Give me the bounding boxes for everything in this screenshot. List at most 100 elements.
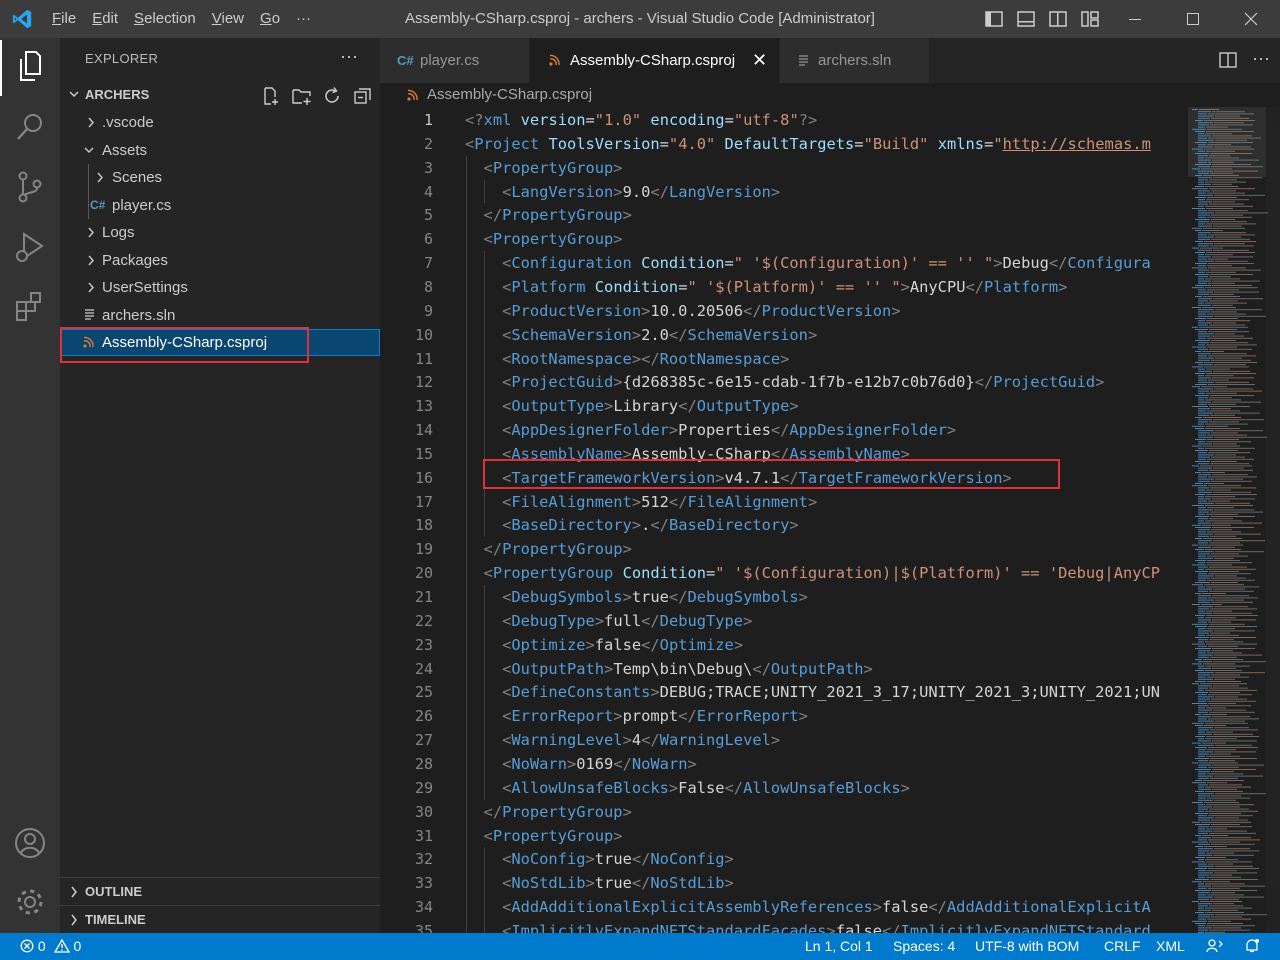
code-line[interactable]: <OutputPath>Temp\bin\Debug\</OutputPath> bbox=[465, 657, 873, 681]
code-line[interactable]: <LangVersion>9.0</LangVersion> bbox=[465, 180, 780, 204]
line-number: 22 bbox=[414, 611, 433, 630]
accounts-icon[interactable] bbox=[0, 816, 60, 872]
new-file-icon[interactable] bbox=[260, 85, 282, 107]
line-number: 33 bbox=[414, 874, 433, 893]
tab-player-cs[interactable]: C# player.cs bbox=[380, 38, 530, 83]
menu-selection[interactable]: Selection bbox=[126, 0, 204, 38]
feedback-icon[interactable] bbox=[1206, 933, 1224, 960]
explorer-icon[interactable] bbox=[0, 40, 60, 96]
menu-view[interactable]: View bbox=[204, 0, 252, 38]
menu-more[interactable]: ··· bbox=[288, 0, 319, 38]
menu-edit[interactable]: Edit bbox=[84, 0, 126, 38]
code-line[interactable]: <AddAdditionalExplicitAssemblyReferences… bbox=[465, 895, 1151, 919]
code-line[interactable]: <PropertyGroup Condition=" '$(Configurat… bbox=[465, 561, 1160, 585]
outline-section-header[interactable]: OUTLINE bbox=[60, 878, 380, 906]
line-number: 24 bbox=[414, 659, 433, 678]
tab-label: Assembly-CSharp.csproj bbox=[570, 52, 736, 69]
new-folder-icon[interactable] bbox=[291, 85, 313, 107]
code-line[interactable]: <BaseDirectory>.</BaseDirectory> bbox=[465, 513, 799, 537]
code-line[interactable]: <TargetFrameworkVersion>v4.7.1</TargetFr… bbox=[465, 466, 1012, 490]
tree-folder-scenes[interactable]: Scenes bbox=[60, 164, 380, 191]
tree-folder-logs[interactable]: Logs bbox=[60, 219, 380, 246]
code-line[interactable]: <ErrorReport>prompt</ErrorReport> bbox=[465, 704, 808, 728]
tab-assembly-csharp-csproj[interactable]: Assembly-CSharp.csproj ✕ bbox=[530, 38, 780, 83]
code-line[interactable]: <ProductVersion>10.0.20506</ProductVersi… bbox=[465, 299, 901, 323]
tree-folder-vscode[interactable]: .vscode bbox=[60, 109, 380, 136]
source-control-icon[interactable] bbox=[0, 160, 60, 216]
timeline-section-header[interactable]: TIMELINE bbox=[60, 906, 380, 934]
code-line[interactable]: <DebugType>full</DebugType> bbox=[465, 609, 752, 633]
code-line[interactable]: </PropertyGroup> bbox=[465, 203, 632, 227]
toggle-secondary-sidebar-icon[interactable] bbox=[1048, 9, 1068, 29]
collapse-all-icon[interactable] bbox=[352, 85, 374, 107]
code-line[interactable]: <ImplicitlyExpandNETStandardFacades>fals… bbox=[465, 919, 1151, 933]
sln-file-icon bbox=[84, 301, 98, 328]
code-line[interactable]: <ProjectGuid>{d268385c-6e15-cdab-1f7b-e1… bbox=[465, 370, 1104, 394]
tree-folder-packages[interactable]: Packages bbox=[60, 247, 380, 274]
more-actions-icon[interactable]: ··· bbox=[1252, 48, 1270, 69]
extensions-icon[interactable] bbox=[0, 280, 60, 336]
indentation[interactable]: Spaces: 4 bbox=[893, 933, 955, 960]
close-window-icon[interactable] bbox=[1222, 0, 1280, 38]
minimap[interactable] bbox=[1180, 107, 1280, 933]
vertical-scrollbar[interactable] bbox=[1266, 107, 1280, 933]
explorer-sidebar: EXPLORER ··· ARCHERS .vscode Assets Scen… bbox=[60, 38, 380, 933]
code-line[interactable]: <NoConfig>true</NoConfig> bbox=[465, 847, 734, 871]
code-line[interactable]: <WarningLevel>4</WarningLevel> bbox=[465, 728, 780, 752]
menu-file[interactable]: File bbox=[44, 0, 84, 38]
code-line[interactable]: <PropertyGroup> bbox=[465, 156, 623, 180]
tab-archers-sln[interactable]: archers.sln bbox=[780, 38, 930, 83]
code-line[interactable]: <NoWarn>0169</NoWarn> bbox=[465, 752, 697, 776]
explorer-more-actions-icon[interactable]: ··· bbox=[340, 46, 358, 67]
code-line[interactable]: <Project ToolsVersion="4.0" DefaultTarge… bbox=[465, 132, 1151, 156]
tree-folder-assets[interactable]: Assets bbox=[60, 137, 380, 164]
notifications-bell-icon[interactable] bbox=[1244, 933, 1260, 960]
toggle-panel-icon[interactable] bbox=[1016, 9, 1036, 29]
code-line[interactable]: <Configuration Condition=" '$(Configurat… bbox=[465, 251, 1151, 275]
refresh-icon[interactable] bbox=[321, 85, 343, 107]
code-line[interactable]: </PropertyGroup> bbox=[465, 537, 632, 561]
code-line[interactable]: <SchemaVersion>2.0</SchemaVersion> bbox=[465, 323, 817, 347]
csharp-file-icon: C# bbox=[397, 53, 414, 68]
code-line[interactable]: <PropertyGroup> bbox=[465, 824, 623, 848]
menu-go[interactable]: Go bbox=[252, 0, 288, 38]
search-icon[interactable] bbox=[0, 100, 60, 156]
tree-folder-usersettings[interactable]: UserSettings bbox=[60, 274, 380, 301]
code-line[interactable]: <Optimize>false</Optimize> bbox=[465, 633, 743, 657]
code-line[interactable]: <FileAlignment>512</FileAlignment> bbox=[465, 490, 817, 514]
problems-status[interactable]: 0 0 bbox=[20, 933, 81, 960]
code-line[interactable]: <DefineConstants>DEBUG;TRACE;UNITY_2021_… bbox=[465, 680, 1160, 704]
minimize-icon[interactable] bbox=[1106, 0, 1164, 38]
language-mode[interactable]: XML bbox=[1156, 933, 1185, 960]
code-line[interactable]: </PropertyGroup> bbox=[465, 800, 632, 824]
code-line[interactable]: <AppDesignerFolder>Properties</AppDesign… bbox=[465, 418, 956, 442]
minimap-preview bbox=[1188, 107, 1268, 933]
customize-layout-icon[interactable] bbox=[1080, 9, 1100, 29]
tree-file-player-cs[interactable]: C# player.cs bbox=[60, 192, 380, 219]
chevron-down-icon bbox=[82, 137, 96, 164]
code-line[interactable]: <?xml version="1.0" encoding="utf-8"?> bbox=[465, 108, 817, 132]
manage-gear-icon[interactable] bbox=[0, 874, 60, 930]
code-line[interactable]: <NoStdLib>true</NoStdLib> bbox=[465, 871, 734, 895]
toggle-primary-sidebar-icon[interactable] bbox=[984, 9, 1004, 29]
code-line[interactable]: <AllowUnsafeBlocks>False</AllowUnsafeBlo… bbox=[465, 776, 910, 800]
split-editor-icon[interactable] bbox=[1218, 50, 1238, 75]
close-tab-icon[interactable]: ✕ bbox=[752, 38, 767, 83]
code-editor[interactable]: 1 <?xml version="1.0" encoding="utf-8"?> 2… bbox=[380, 107, 1180, 933]
run-debug-icon[interactable] bbox=[0, 220, 60, 276]
code-line[interactable]: <AssemblyName>Assembly-CSharp</AssemblyN… bbox=[465, 442, 910, 466]
file-encoding[interactable]: UTF-8 with BOM bbox=[975, 933, 1079, 960]
maximize-icon[interactable] bbox=[1164, 0, 1222, 38]
end-of-line[interactable]: CRLF bbox=[1104, 933, 1141, 960]
chevron-right-icon bbox=[93, 164, 107, 191]
activity-bar bbox=[0, 38, 60, 933]
code-line[interactable]: <OutputType>Library</OutputType> bbox=[465, 394, 799, 418]
breadcrumb-file[interactable]: Assembly-CSharp.csproj bbox=[427, 83, 592, 107]
code-line[interactable]: <RootNamespace></RootNamespace> bbox=[465, 347, 789, 371]
cursor-position[interactable]: Ln 1, Col 1 bbox=[805, 933, 873, 960]
tree-file-archers-sln[interactable]: archers.sln bbox=[60, 302, 380, 329]
code-line[interactable]: <DebugSymbols>true</DebugSymbols> bbox=[465, 585, 808, 609]
code-line[interactable]: <Platform Condition=" '$(Platform)' == '… bbox=[465, 275, 1067, 299]
code-line[interactable]: <PropertyGroup> bbox=[465, 227, 623, 251]
tree-file-assembly-csharp-csproj[interactable]: Assembly-CSharp.csproj bbox=[60, 329, 380, 356]
